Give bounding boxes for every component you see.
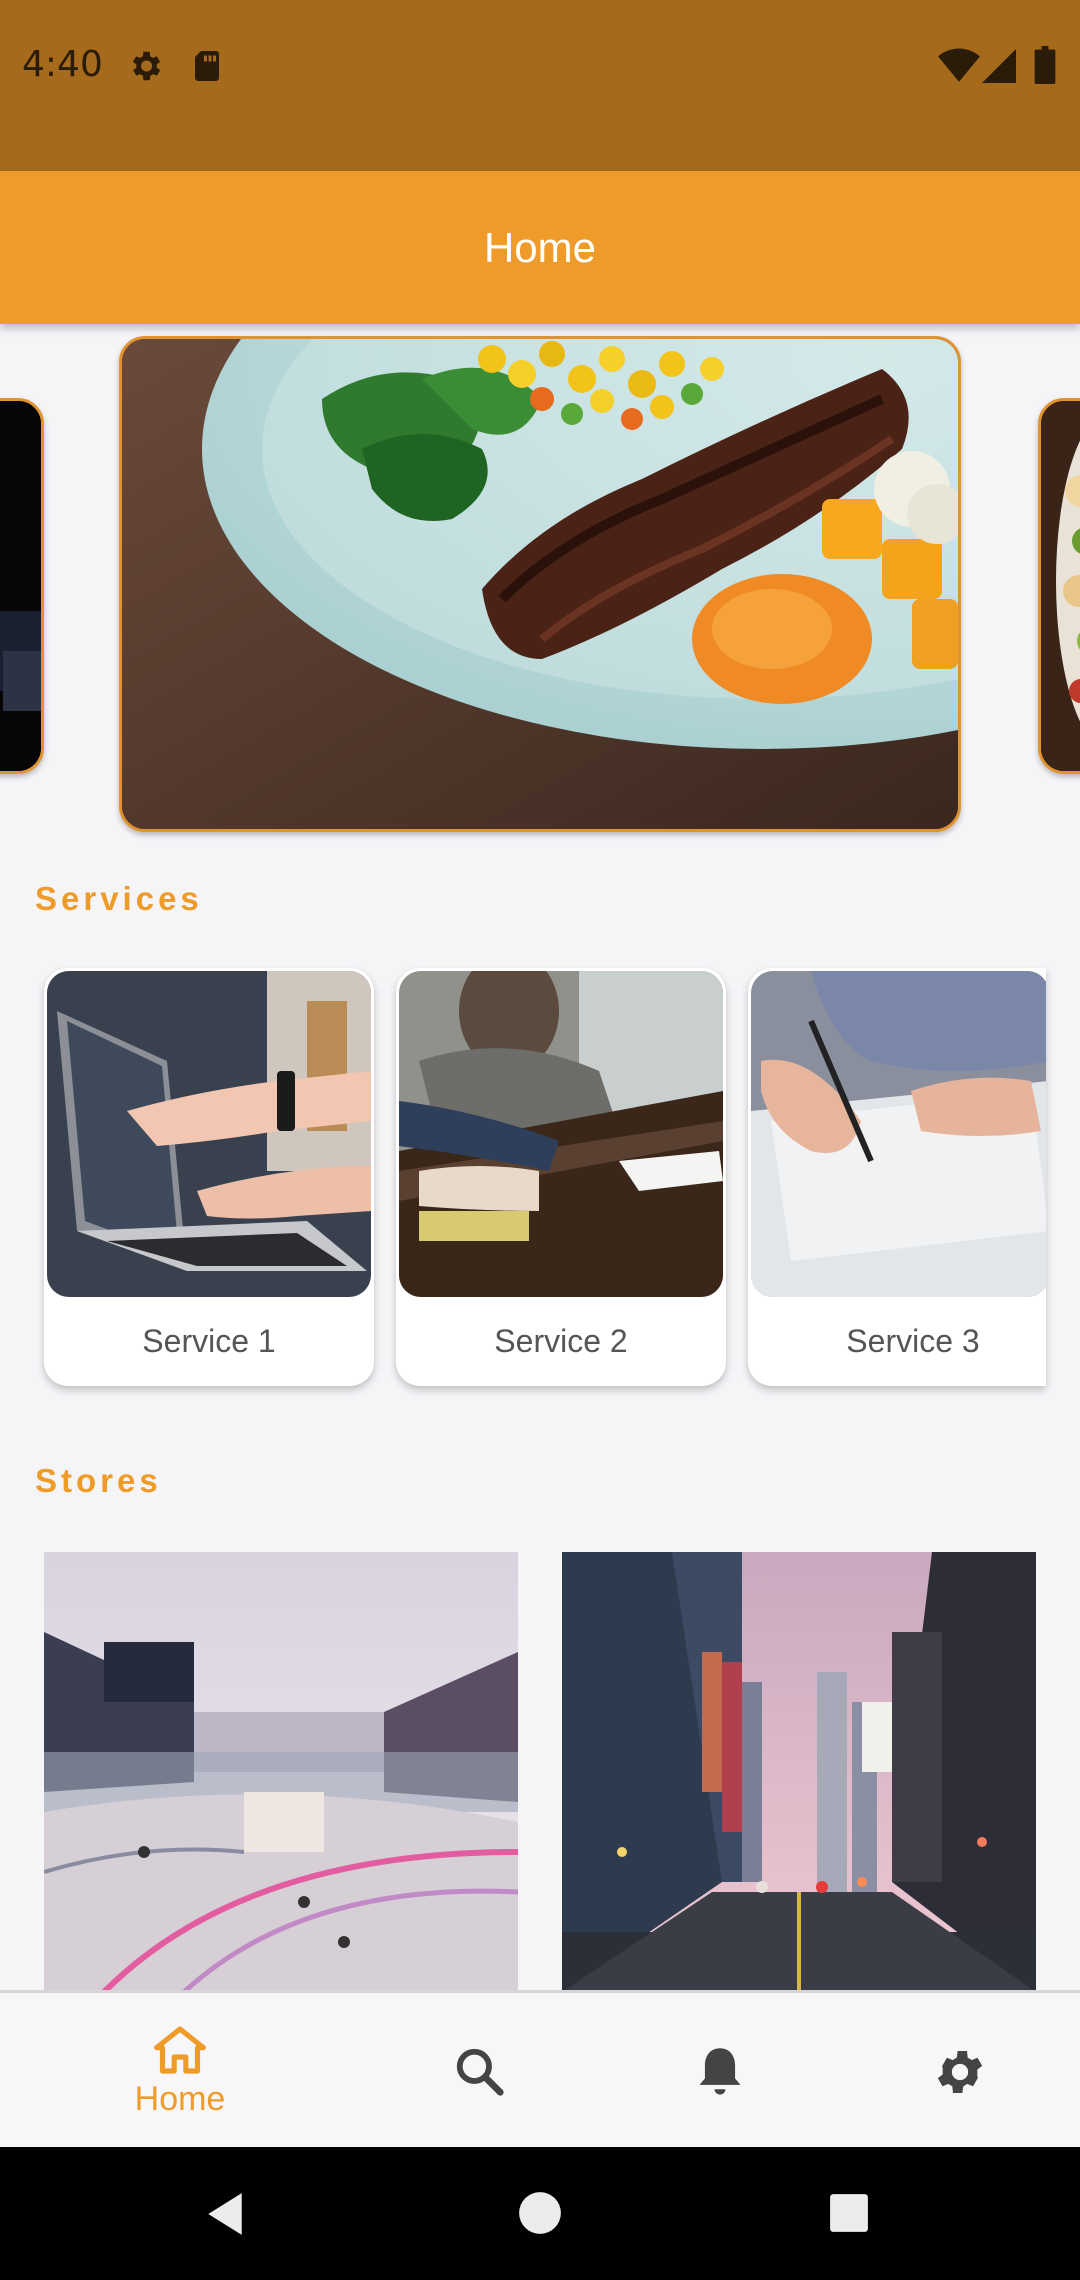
service-label: Service 1 — [142, 1322, 276, 1359]
steak-plate-photo — [122, 339, 958, 829]
services-heading: Services — [35, 880, 203, 917]
sd-card-icon — [195, 51, 219, 81]
service-card-3[interactable]: Service 3 — [748, 968, 1046, 1386]
bottom-navigation: Home — [0, 1990, 1080, 2150]
back-icon[interactable] — [203, 2191, 247, 2237]
status-time: 4:40 — [22, 44, 103, 85]
service-label: Service 2 — [494, 1322, 628, 1359]
dark-food-photo — [0, 401, 41, 771]
stores-heading: Stores — [35, 1462, 162, 1499]
nav-search[interactable] — [400, 1993, 560, 2150]
store-card-1[interactable] — [44, 1552, 518, 1992]
laptop-pointing-photo — [47, 971, 371, 1297]
gear-icon — [132, 51, 161, 81]
app-bar: Home — [0, 171, 1080, 324]
carousel-item[interactable] — [119, 336, 961, 832]
nav-home-label: Home — [134, 2080, 226, 2118]
home-icon — [154, 2026, 206, 2074]
screen: 4:40 Home Services Service 1 Service 2 S… — [0, 0, 1080, 2280]
city-street-photo — [562, 1552, 1036, 1992]
nav-notifications[interactable] — [640, 1993, 800, 2150]
status-bar: 4:40 — [0, 0, 1080, 171]
system-navigation-bar — [0, 2147, 1080, 2280]
store-card-2[interactable] — [562, 1552, 1036, 1992]
wifi-icon — [938, 48, 980, 82]
salad-photo — [1041, 401, 1080, 771]
service-label: Service 3 — [846, 1322, 980, 1359]
service-card-2[interactable]: Service 2 — [396, 968, 726, 1386]
home-circle-icon[interactable] — [518, 2191, 562, 2235]
nav-settings[interactable] — [880, 1993, 1040, 2150]
search-icon — [456, 2048, 504, 2096]
recents-icon[interactable] — [828, 2192, 870, 2234]
page-title: Home — [483, 223, 597, 271]
writing-document-photo — [751, 971, 1046, 1297]
service-card-1[interactable]: Service 1 — [44, 968, 374, 1386]
carousel-item[interactable] — [1038, 398, 1080, 774]
image-carousel[interactable] — [0, 324, 1080, 844]
bell-icon — [699, 2047, 741, 2095]
shopping-mall-photo — [44, 1552, 518, 1992]
carousel-item[interactable] — [0, 398, 44, 774]
meeting-table-photo — [399, 971, 723, 1297]
battery-icon — [1034, 46, 1056, 84]
signal-icon — [982, 49, 1016, 83]
nav-home[interactable]: Home — [90, 1993, 270, 2150]
gear-icon — [937, 2050, 983, 2093]
